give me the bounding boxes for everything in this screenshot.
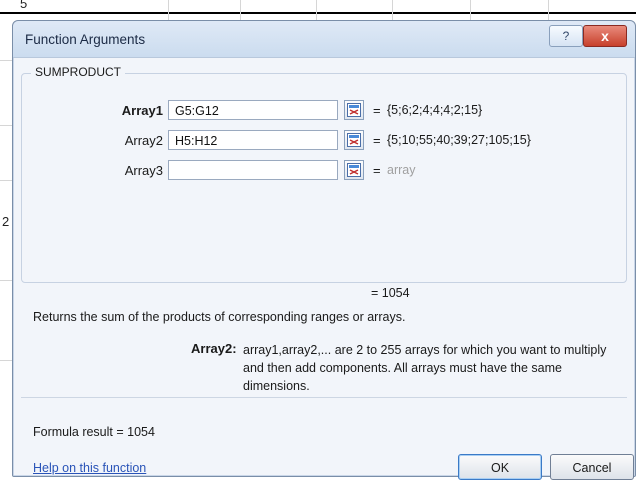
range-select-icon	[347, 163, 361, 177]
array3-result: array	[387, 163, 416, 177]
function-result: = 1054	[371, 286, 410, 300]
array1-input[interactable]: G5:G12	[168, 100, 338, 120]
close-button[interactable]: x	[583, 25, 627, 47]
range-select-icon	[347, 133, 361, 147]
function-name: SUMPRODUCT	[31, 65, 125, 79]
dialog-title-bar[interactable]: Function Arguments ? x	[13, 21, 635, 58]
array3-label: Array3	[124, 163, 163, 178]
formula-result: Formula result = 1054	[33, 425, 155, 439]
sheet-cell-value: 5	[20, 0, 28, 11]
array2-label: Array2	[124, 133, 163, 148]
sheet-border-line	[0, 12, 636, 14]
array2-collapse-button[interactable]	[344, 130, 364, 150]
range-select-icon	[347, 103, 361, 117]
array1-result: {5;6;2;4;4;4;2;15}	[387, 103, 483, 117]
array2-input[interactable]: H5:H12	[168, 130, 338, 150]
array1-equals: =	[373, 103, 381, 118]
argument-help-name: Array2:	[191, 341, 237, 356]
function-description: Returns the sum of the products of corre…	[33, 310, 406, 324]
array3-input[interactable]	[168, 160, 338, 180]
function-arguments-dialog: Function Arguments ? x SUMPRODUCT Array1…	[12, 20, 636, 480]
array2-result: {5;10;55;40;39;27;105;15}	[387, 133, 531, 147]
help-on-function-link[interactable]: Help on this function	[33, 461, 146, 475]
sheet-cell-value: 2	[2, 214, 10, 229]
array2-equals: =	[373, 133, 381, 148]
array1-label: Array1	[121, 103, 163, 118]
array3-collapse-button[interactable]	[344, 160, 364, 180]
array1-collapse-button[interactable]	[344, 100, 364, 120]
ok-button[interactable]: OK	[458, 454, 542, 480]
argument-help-text: array1,array2,... are 2 to 255 arrays fo…	[243, 343, 607, 393]
array3-equals: =	[373, 163, 381, 178]
help-button[interactable]: ?	[549, 25, 583, 47]
cancel-button[interactable]: Cancel	[550, 454, 634, 480]
dialog-title: Function Arguments	[25, 32, 146, 47]
divider	[21, 397, 627, 398]
